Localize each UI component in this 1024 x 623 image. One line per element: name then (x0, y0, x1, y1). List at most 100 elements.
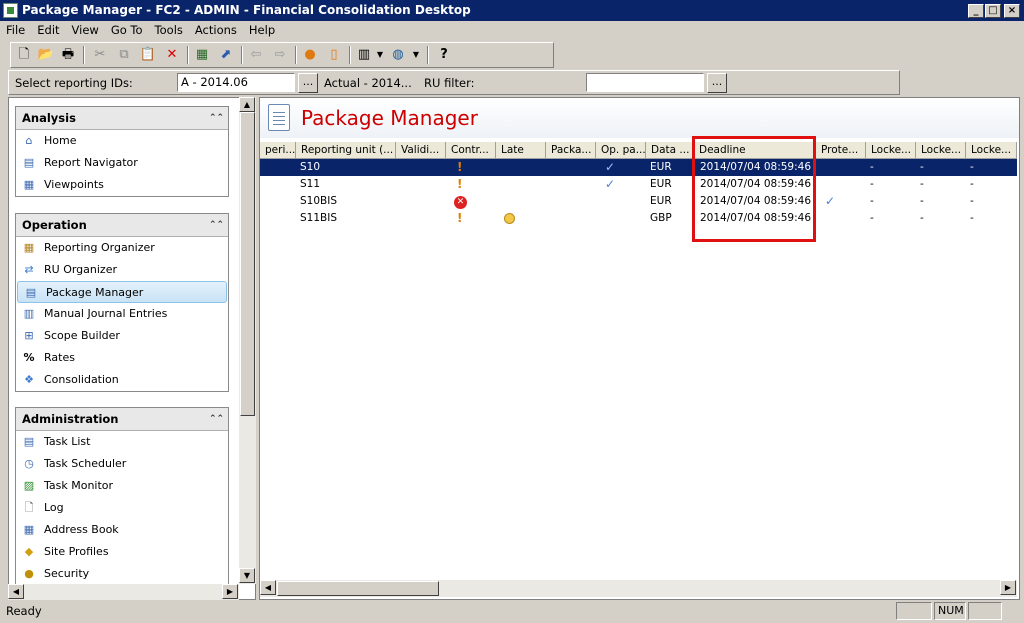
paste-icon[interactable]: 📋 (139, 46, 157, 64)
collapse-icon[interactable]: ⌃⌃ (209, 218, 224, 232)
open-icon[interactable]: 📂 (37, 46, 55, 64)
menu-actions[interactable]: Actions (189, 21, 243, 40)
report-icon[interactable]: ▦ (193, 46, 211, 64)
cut-icon[interactable]: ✂ (91, 46, 109, 64)
nav-item-task-monitor[interactable]: ▨ Task Monitor (16, 475, 228, 497)
menu-goto[interactable]: Go To (105, 21, 149, 40)
ru-filter-input[interactable] (586, 73, 704, 92)
help-icon[interactable]: ? (435, 46, 453, 64)
col-header-reporting-unit[interactable]: Reporting unit (... (296, 142, 396, 159)
close-button[interactable]: × (1004, 4, 1020, 18)
nav-item-rates[interactable]: % Rates (16, 347, 228, 369)
consolidation-icon: ❖ (24, 373, 34, 386)
rates-icon: % (23, 351, 35, 364)
new-icon[interactable]: 🗋 (15, 46, 33, 64)
nav-item-home[interactable]: ⌂ Home (16, 130, 228, 152)
nav-item-scope-builder[interactable]: ⊞ Scope Builder (16, 325, 228, 347)
copy-icon[interactable]: ⧉ (115, 46, 133, 64)
col-header-data[interactable]: Data ... (646, 142, 694, 159)
warning-icon: ! (457, 160, 463, 174)
maximize-button[interactable]: □ (985, 4, 1001, 18)
col-header-period[interactable]: peri... (260, 142, 296, 159)
table-row[interactable]: S10BIS ✕ EUR 2014/07/04 08:59:46 ✓ - - - (260, 193, 1017, 210)
reporting-id-browse-button[interactable]: ... (298, 73, 318, 93)
sidebar-horizontal-scrollbar[interactable]: ◀ ▶ (8, 584, 239, 600)
report-navigator-icon: ▤ (23, 156, 35, 169)
delete-icon[interactable]: ✕ (163, 46, 181, 64)
nav-item-package-manager[interactable]: ▤ Package Manager (17, 281, 227, 303)
menu-tools[interactable]: Tools (149, 21, 189, 40)
forward-icon[interactable]: ⇨ (271, 46, 289, 64)
toolbar: 🗋 📂 🖶 ✂ ⧉ 📋 ✕ ▦ ⬈ ⇦ ⇨ ● ▯ ▥ ▼ ◍ ▼ ? (10, 42, 554, 68)
status-pane-scrl (968, 602, 1002, 620)
scroll-right-icon[interactable]: ▶ (222, 584, 238, 599)
col-header-validation[interactable]: Validi... (396, 142, 446, 159)
back-icon[interactable]: ⇦ (247, 46, 265, 64)
warning-icon: ! (457, 211, 463, 225)
status-bar (0, 601, 1024, 623)
user-icon[interactable]: ● (301, 46, 319, 64)
book-icon[interactable]: ▯ (325, 46, 343, 64)
deadline-highlight-box (692, 136, 816, 242)
nav-item-task-scheduler[interactable]: ◷ Task Scheduler (16, 453, 228, 475)
nav-item-ru-organizer[interactable]: ⇄ RU Organizer (16, 259, 228, 281)
grid-scroll-thumb[interactable] (277, 581, 439, 596)
error-icon: ✕ (454, 196, 467, 209)
export-icon[interactable]: ⬈ (217, 46, 235, 64)
col-header-late[interactable]: Late (496, 142, 546, 159)
collapse-icon[interactable]: ⌃⌃ (209, 111, 224, 125)
menu-file[interactable]: File (0, 21, 31, 40)
table-row[interactable]: S11 ! ✓ EUR 2014/07/04 08:59:46 - - - (260, 176, 1017, 193)
scroll-left-icon[interactable]: ◀ (8, 584, 24, 599)
package-grid: peri... Reporting unit (... Validi... Co… (260, 142, 1017, 578)
navigation-panel: Analysis ⌃⌃ ⌂ Home ▤ Report Navigator ▦ View… (8, 97, 256, 600)
scroll-up-icon[interactable]: ▲ (239, 97, 255, 112)
col-header-locked-1[interactable]: Locke... (866, 142, 916, 159)
scroll-left-icon[interactable]: ◀ (260, 580, 276, 595)
check-icon: ✓ (605, 160, 616, 174)
menu-help[interactable]: Help (243, 21, 281, 40)
nav-item-report-navigator[interactable]: ▤ Report Navigator (16, 152, 228, 174)
menu-view[interactable]: View (66, 21, 105, 40)
nav-item-reporting-organizer[interactable]: ▦ Reporting Organizer (16, 237, 228, 259)
collapse-icon[interactable]: ⌃⌃ (209, 412, 224, 426)
log-icon: 🗋 (24, 501, 34, 514)
nav-item-consolidation[interactable]: ❖ Consolidation (16, 369, 228, 391)
col-header-control[interactable]: Contr... (446, 142, 496, 159)
nav-item-security[interactable]: ● Security (16, 563, 228, 585)
col-header-locked-3[interactable]: Locke... (966, 142, 1017, 159)
window-title: Package Manager - FC2 - ADMIN - Financia… (0, 0, 1024, 21)
security-icon: ● (24, 567, 34, 580)
globe-icon[interactable]: ◍ (389, 46, 407, 64)
nav-item-site-profiles[interactable]: ◆ Site Profiles (16, 541, 228, 563)
viewpoints-icon: ▦ (23, 178, 35, 191)
ru-filter-browse-button[interactable]: ... (707, 73, 727, 93)
table-row[interactable]: S11BIS ! GBP 2014/07/04 08:59:46 - - - (260, 210, 1017, 227)
operation-title: Operation (22, 218, 87, 232)
col-header-op-package[interactable]: Op. pa... (596, 142, 646, 159)
col-header-package[interactable]: Packa... (546, 142, 596, 159)
menu-bar: File Edit View Go To Tools Actions Help (0, 21, 1024, 40)
analysis-title: Analysis (22, 111, 76, 125)
address-book-icon: ▦ (23, 523, 35, 536)
check-icon: ✓ (825, 194, 836, 208)
col-header-locked-2[interactable]: Locke... (916, 142, 966, 159)
col-header-protected[interactable]: Prote... (816, 142, 866, 159)
task-list-icon: ▤ (23, 435, 35, 448)
print-icon[interactable]: 🖶 (59, 46, 77, 64)
operation-section: Operation ⌃⌃ ▦ Reporting Organizer ⇄ RU Org… (15, 213, 229, 392)
nav-item-log[interactable]: 🗋 Log (16, 497, 228, 519)
reporting-id-input[interactable]: A - 2014.06 (177, 73, 295, 92)
grid-dropdown-icon[interactable]: ▼ (371, 46, 389, 64)
nav-item-manual-journal-entries[interactable]: ▥ Manual Journal Entries (16, 303, 228, 325)
sidebar-scroll-thumb[interactable] (240, 112, 255, 416)
scroll-right-icon[interactable]: ▶ (1000, 580, 1016, 595)
nav-item-address-book[interactable]: ▦ Address Book (16, 519, 228, 541)
nav-item-task-list[interactable]: ▤ Task List (16, 431, 228, 453)
menu-edit[interactable]: Edit (31, 21, 65, 40)
table-row[interactable]: S10 ! ✓ EUR 2014/07/04 08:59:46 - - - (260, 159, 1017, 176)
nav-item-viewpoints[interactable]: ▦ Viewpoints (16, 174, 228, 196)
minimize-button[interactable]: _ (968, 4, 984, 18)
scroll-down-icon[interactable]: ▼ (239, 568, 255, 583)
globe-dropdown-icon[interactable]: ▼ (407, 46, 425, 64)
